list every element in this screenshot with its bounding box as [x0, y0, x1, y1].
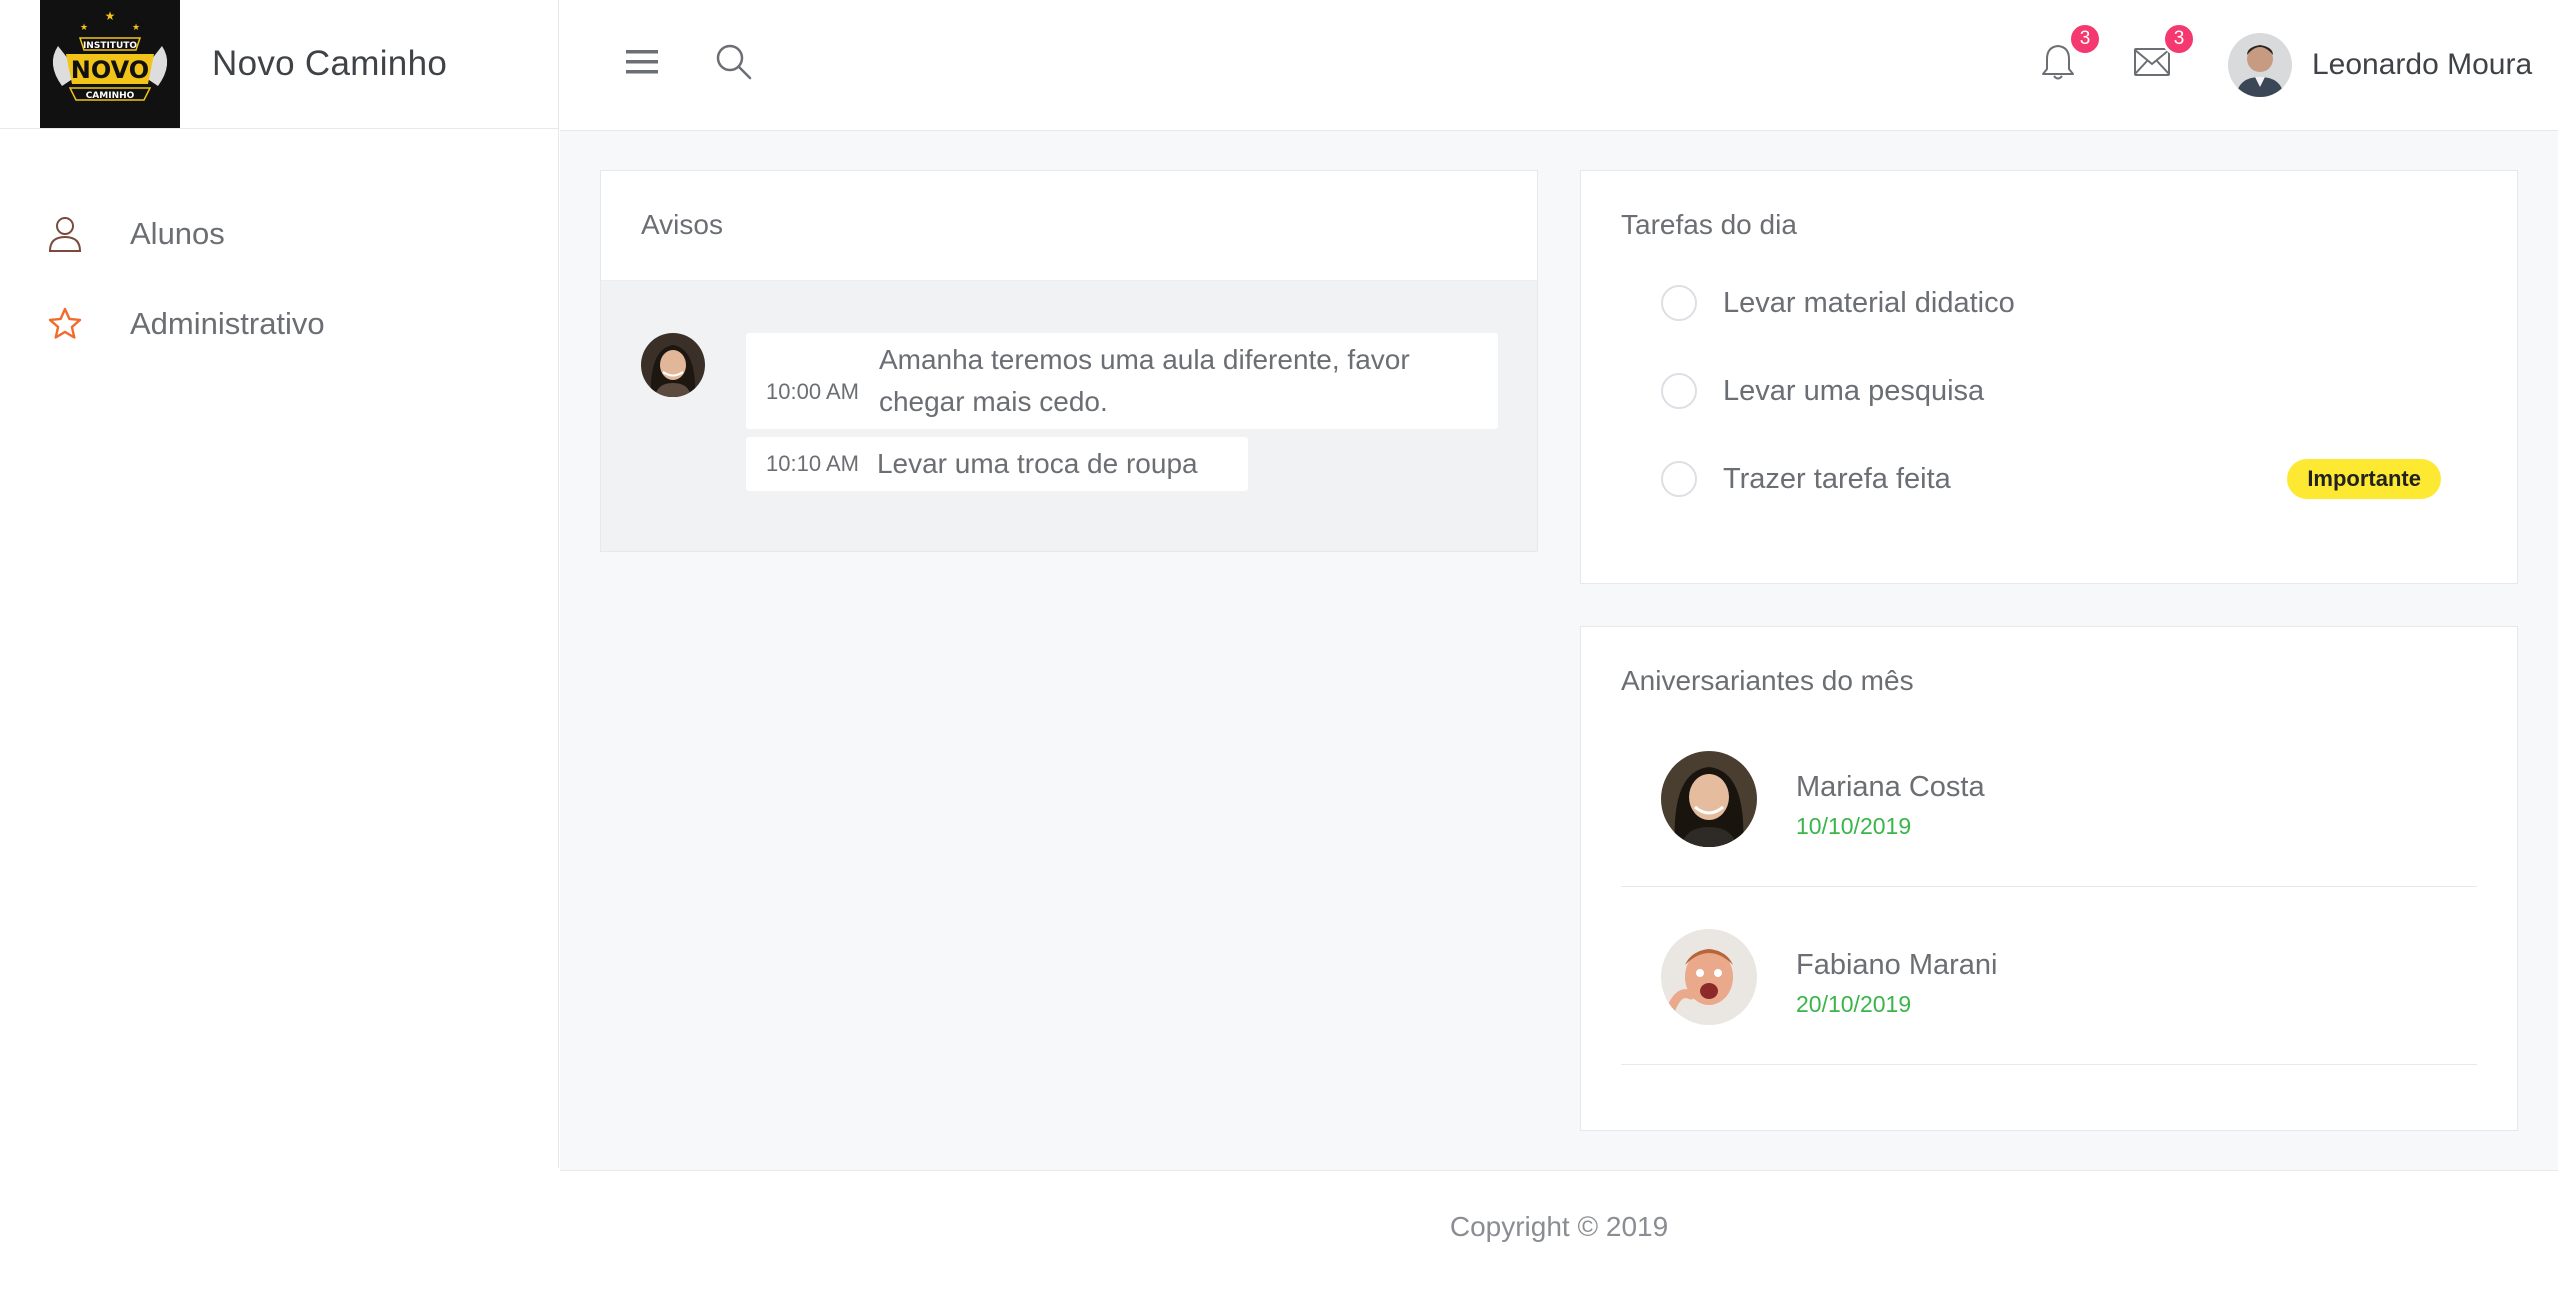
search-button[interactable] — [712, 40, 756, 84]
footer: Copyright © 2019 — [560, 1170, 2558, 1292]
task-checkbox[interactable] — [1661, 373, 1697, 409]
messages-button[interactable]: 3 — [2130, 22, 2196, 84]
task-checkbox[interactable] — [1661, 461, 1697, 497]
mail-icon — [2134, 48, 2170, 76]
hamburger-icon — [626, 50, 658, 74]
aniversariantes-card: Aniversariantes do mês Mariana Costa 10/… — [1580, 626, 2518, 1131]
logo-image: ★ ★ ★ INSTITUTO NOVO CAMINHO — [40, 0, 180, 128]
card-header: Avisos — [601, 171, 1537, 281]
brand: ★ ★ ★ INSTITUTO NOVO CAMINHO Novo Caminh… — [0, 0, 558, 129]
card-title: Avisos — [641, 209, 723, 240]
copyright-text: Copyright © 2019 — [1449, 1210, 1669, 1242]
message-time: 10:00 AM — [766, 379, 859, 404]
person-name: Fabiano Marani — [1796, 949, 1998, 981]
menu-toggle-button[interactable] — [620, 40, 664, 84]
brand-name: Novo Caminho — [212, 44, 448, 83]
top-header: 3 3 Leonardo Moura — [560, 0, 2558, 131]
card-title: Tarefas do dia — [1621, 209, 1797, 240]
task-checkbox[interactable] — [1661, 285, 1697, 321]
message-text: Levar uma troca de roupa — [876, 448, 1198, 479]
logo-text-bottom: CAMINHO — [86, 91, 135, 101]
task-item: Levar uma pesquisa — [1661, 371, 2441, 411]
svg-text:★: ★ — [105, 9, 116, 23]
task-item: Trazer tarefa feita Importante — [1661, 459, 2441, 499]
sidebar-item-label: Administrativo — [130, 306, 325, 341]
avisos-body: 10:00 AM Amanha teremos uma aula diferen… — [601, 281, 1537, 551]
task-label: Levar material didatico — [1723, 286, 2015, 319]
search-icon — [716, 44, 752, 80]
bell-icon — [2042, 45, 2074, 80]
birthday-date: 20/10/2019 — [1796, 991, 1912, 1017]
person-name: Mariana Costa — [1796, 771, 1985, 803]
task-label: Trazer tarefa feita — [1723, 462, 1951, 495]
sidebar: ★ ★ ★ INSTITUTO NOVO CAMINHO Novo Caminh… — [0, 0, 559, 1168]
sidebar-menu: Alunos Administrativo — [0, 129, 558, 369]
message-text: Amanha teremos uma aula diferente, favor… — [878, 344, 1410, 417]
card-title: Aniversariantes do mês — [1621, 665, 1914, 696]
main-content: Avisos 10:00 AM Amanha teremos uma aula … — [560, 131, 2558, 1170]
notifications-badge: 3 — [2068, 22, 2102, 56]
avatar — [1661, 929, 1757, 1025]
message-bubble: 10:10 AM Levar uma troca de roupa — [746, 437, 1248, 491]
svg-text:★: ★ — [132, 23, 140, 33]
avisos-card: Avisos 10:00 AM Amanha teremos uma aula … — [600, 170, 1538, 552]
notifications-button[interactable]: 3 — [2036, 22, 2102, 84]
list-item: Mariana Costa 10/10/2019 — [1621, 709, 2477, 887]
logo-text-main: NOVO — [71, 56, 149, 84]
sidebar-item-label: Alunos — [130, 216, 225, 251]
logo-text-top: INSTITUTO — [83, 41, 137, 51]
task-label: Levar uma pesquisa — [1723, 374, 1985, 407]
sidebar-item-administrativo[interactable]: Administrativo — [0, 279, 558, 369]
avatar — [2228, 33, 2292, 97]
task-item: Levar material didatico — [1661, 283, 2441, 323]
message-bubble: 10:00 AM Amanha teremos uma aula diferen… — [746, 333, 1498, 429]
user-icon — [46, 215, 84, 253]
messages-badge: 3 — [2162, 22, 2196, 56]
user-name: Leonardo Moura — [2312, 48, 2533, 81]
tarefas-card: Tarefas do dia Levar material didatico L… — [1580, 170, 2518, 584]
logo[interactable]: ★ ★ ★ INSTITUTO NOVO CAMINHO — [40, 0, 180, 128]
birthday-date: 10/10/2019 — [1796, 813, 1912, 839]
avatar — [1661, 751, 1757, 847]
star-icon — [46, 305, 84, 343]
svg-text:★: ★ — [80, 23, 88, 33]
message-time: 10:10 AM — [766, 451, 859, 476]
list-item: Fabiano Marani 20/10/2019 — [1621, 887, 2477, 1065]
importance-tag: Importante — [2287, 459, 2441, 499]
avatar — [641, 333, 705, 397]
user-menu[interactable]: Leonardo Moura — [2228, 33, 2532, 97]
sidebar-item-alunos[interactable]: Alunos — [0, 189, 558, 279]
